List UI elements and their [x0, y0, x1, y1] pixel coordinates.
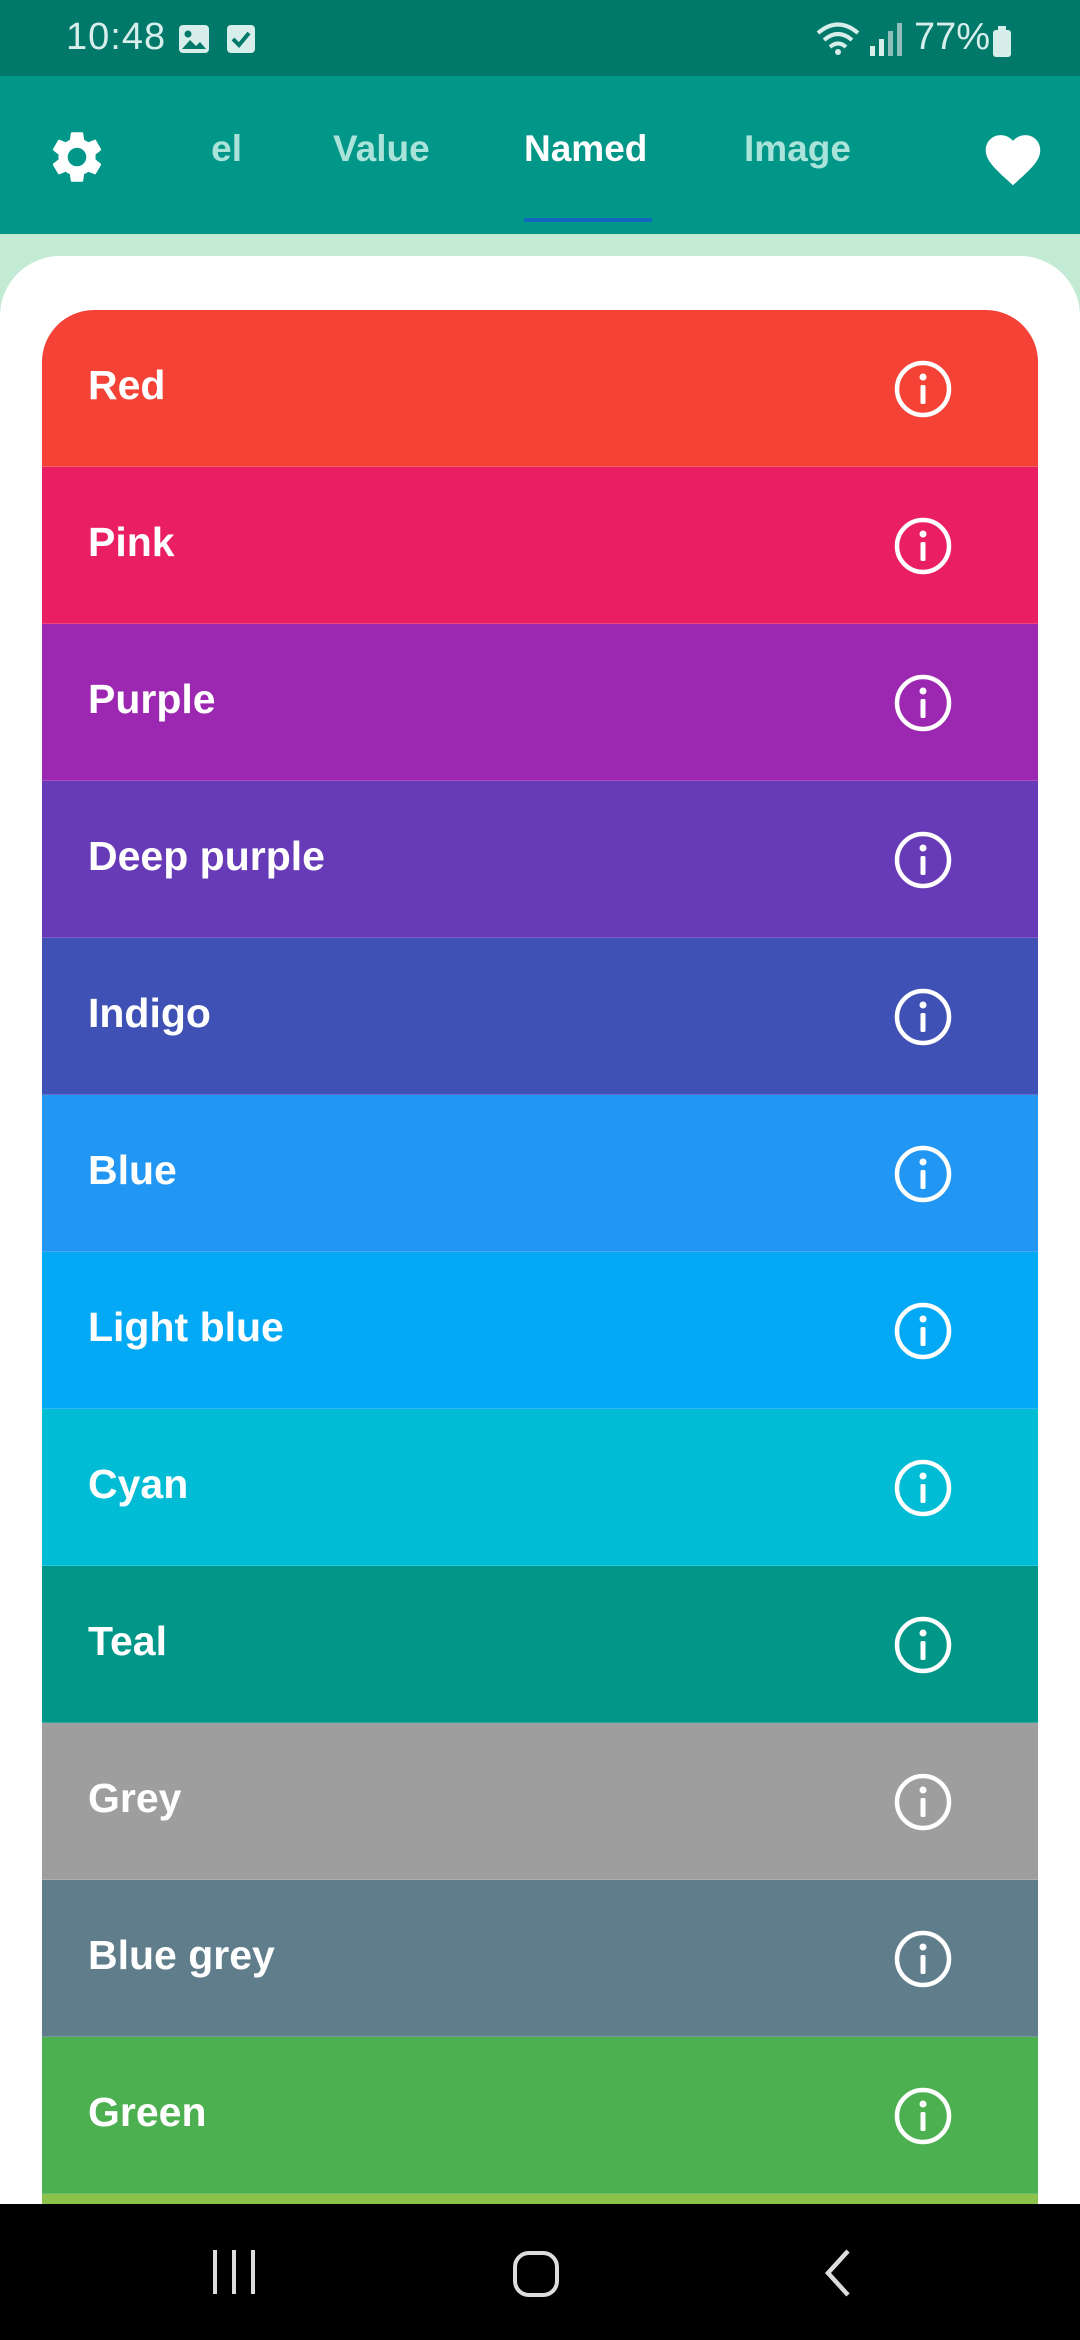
color-item[interactable]: Teal — [42, 1566, 1038, 1723]
app-bar: el Value Named Image — [0, 76, 1080, 234]
color-name: Cyan — [88, 1461, 189, 1507]
navigation-bar — [0, 2204, 1080, 2340]
color-name: Green — [88, 2089, 207, 2135]
color-item[interactable]: Light blue — [42, 1252, 1038, 1409]
image-icon — [179, 25, 209, 53]
recents-icon[interactable] — [210, 2250, 258, 2294]
info-icon[interactable] — [894, 674, 952, 732]
color-name: Teal — [88, 1618, 167, 1664]
tab-named-label: Named — [524, 128, 648, 169]
info-icon[interactable] — [894, 2087, 952, 2145]
color-name: Red — [88, 362, 166, 408]
color-item[interactable]: Indigo — [42, 938, 1038, 1095]
color-name: Deep purple — [88, 833, 325, 879]
color-item[interactable]: Red — [42, 310, 1038, 467]
status-bar: 10:48 77% — [0, 0, 1080, 76]
wifi-icon — [816, 22, 860, 55]
color-item[interactable]: Pink — [42, 467, 1038, 624]
checkbox-icon — [227, 25, 255, 53]
info-icon[interactable] — [894, 517, 952, 575]
battery-icon — [993, 26, 1011, 57]
tab-value-label: Value — [333, 128, 430, 169]
color-item[interactable]: Blue — [42, 1095, 1038, 1252]
color-name: Purple — [88, 676, 216, 722]
color-item[interactable] — [42, 2194, 1038, 2204]
info-icon[interactable] — [894, 1459, 952, 1517]
color-item[interactable]: Blue grey — [42, 1880, 1038, 2037]
info-icon[interactable] — [894, 1930, 952, 1988]
color-name: Light blue — [88, 1304, 284, 1350]
color-name: Grey — [88, 1775, 182, 1821]
home-icon[interactable] — [512, 2250, 560, 2298]
gear-icon[interactable] — [46, 126, 108, 188]
tab-wheel[interactable]: el — [200, 128, 242, 170]
tab-image-label: Image — [744, 128, 851, 169]
tab-value[interactable]: Value — [333, 128, 430, 170]
info-icon[interactable] — [894, 360, 952, 418]
color-list[interactable]: Red Pink Purple Deep purple Indigo Blue Light … — [42, 310, 1038, 2204]
color-item[interactable]: Green — [42, 2037, 1038, 2194]
info-icon[interactable] — [894, 988, 952, 1046]
info-icon[interactable] — [894, 1773, 952, 1831]
info-icon[interactable] — [894, 1302, 952, 1360]
battery-percent: 77% — [914, 16, 991, 58]
info-icon[interactable] — [894, 1145, 952, 1203]
back-icon[interactable] — [820, 2248, 856, 2298]
color-name: Indigo — [88, 990, 211, 1036]
color-item[interactable]: Purple — [42, 624, 1038, 781]
color-name: Blue — [88, 1147, 177, 1193]
info-icon[interactable] — [894, 1616, 952, 1674]
signal-icon — [870, 23, 902, 56]
tab-indicator — [524, 218, 652, 222]
color-name: Pink — [88, 519, 175, 565]
tab-wheel-label: el — [211, 128, 242, 169]
tab-image[interactable]: Image — [744, 128, 851, 170]
color-item[interactable]: Cyan — [42, 1409, 1038, 1566]
heart-icon[interactable] — [980, 127, 1046, 187]
status-time: 10:48 — [66, 16, 167, 58]
color-name: Blue grey — [88, 1932, 275, 1978]
color-item[interactable]: Deep purple — [42, 781, 1038, 938]
tab-named[interactable]: Named — [524, 128, 647, 170]
color-item[interactable]: Grey — [42, 1723, 1038, 1880]
info-icon[interactable] — [894, 831, 952, 889]
